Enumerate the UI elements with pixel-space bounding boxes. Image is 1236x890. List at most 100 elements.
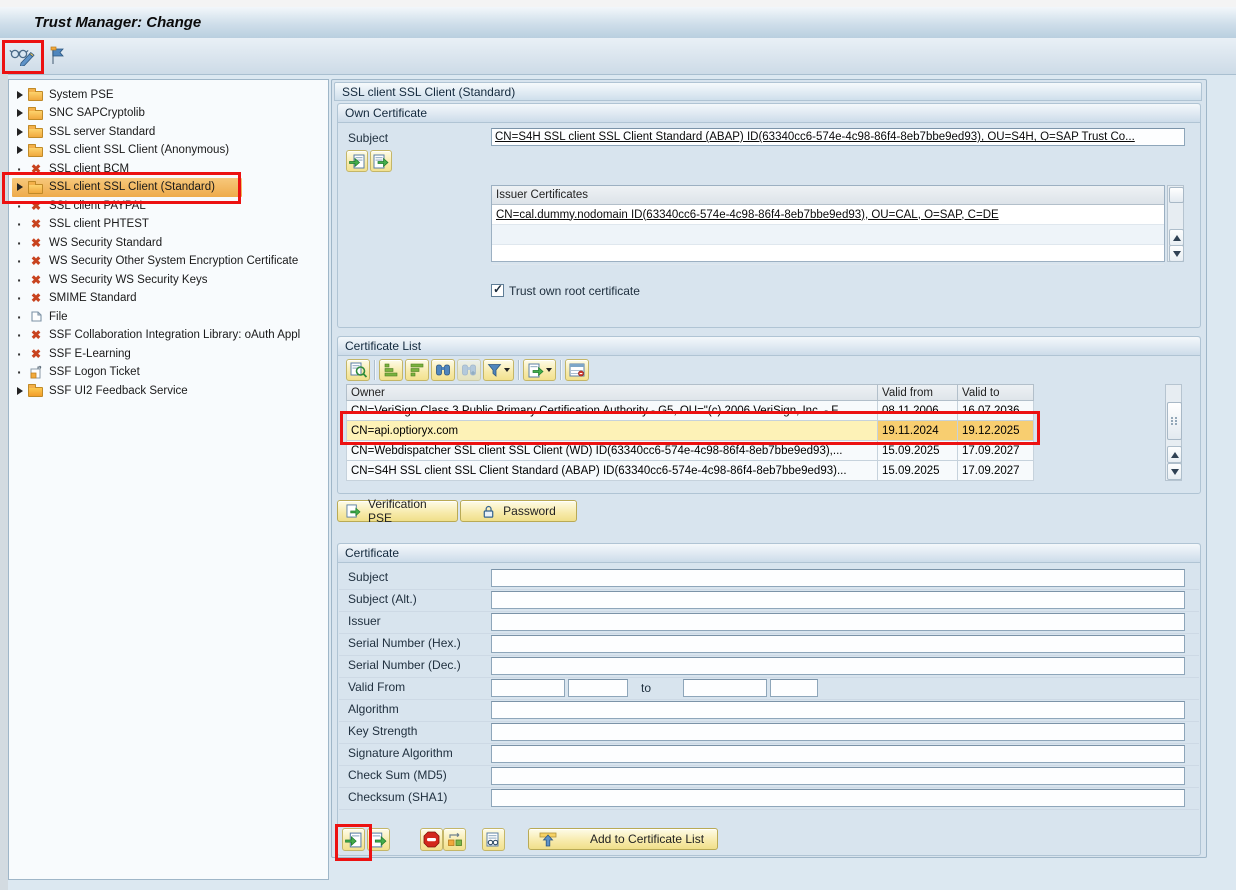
- export-pse-icon: [346, 504, 361, 518]
- sidebar-item-label: SSF E-Learning: [49, 348, 131, 360]
- valid-to-date-field[interactable]: [683, 679, 767, 697]
- export-own-certificate-icon[interactable]: [370, 150, 392, 172]
- sidebar-item-ssl-client-anonymous[interactable]: SSL client SSL Client (Anonymous): [12, 141, 324, 160]
- password-label: Password: [503, 504, 556, 518]
- sidebar-item-ws-security-keys[interactable]: WS Security WS Security Keys: [12, 270, 324, 289]
- scroll-down-button[interactable]: [1167, 463, 1182, 480]
- detail-row: Valid From: [339, 677, 1199, 700]
- filter-icon[interactable]: [483, 359, 514, 381]
- sidebar-item-ws-security-other[interactable]: WS Security Other System Encryption Cert…: [12, 252, 324, 271]
- column-header-owner[interactable]: Owner: [346, 384, 878, 401]
- sidebar-item-ssf-collaboration[interactable]: SSF Collaboration Integration Library: o…: [12, 326, 324, 345]
- detail-algorithm-field[interactable]: [491, 701, 1185, 719]
- sidebar-item-ssl-client-bcm[interactable]: SSL client BCM: [12, 159, 324, 178]
- cell-owner[interactable]: CN=S4H SSL client SSL Client Standard (A…: [346, 461, 878, 481]
- cell-valid-from[interactable]: 19.11.2024: [878, 421, 958, 441]
- detail-subject-field[interactable]: [491, 569, 1185, 587]
- detail-issuer-field[interactable]: [491, 613, 1185, 631]
- sidebar-item-ws-security-standard[interactable]: WS Security Standard: [12, 233, 324, 252]
- sidebar-item-ssl-client-standard[interactable]: SSL client SSL Client (Standard): [12, 178, 242, 197]
- trust-own-root-checkbox[interactable]: [491, 284, 504, 297]
- trust-own-root-label: Trust own root certificate: [509, 284, 640, 298]
- import-certificate-icon[interactable]: [342, 828, 365, 851]
- subject-value[interactable]: CN=S4H SSL client SSL Client Standard (A…: [495, 131, 1135, 143]
- sidebar-item-ssf-ui2-feedback[interactable]: SSF UI2 Feedback Service: [12, 381, 324, 400]
- expand-icon[interactable]: [12, 387, 27, 395]
- add-to-certificate-list-button[interactable]: Add to Certificate List: [528, 828, 718, 850]
- sidebar-item-system-pse[interactable]: System PSE: [12, 85, 324, 104]
- sidebar-item-ssl-client-paypal[interactable]: SSL client PAYPAL: [12, 196, 324, 215]
- expand-icon[interactable]: [12, 183, 27, 191]
- sidebar-item-smime-standard[interactable]: SMIME Standard: [12, 289, 324, 308]
- detail-checksum-sha1-field[interactable]: [491, 789, 1185, 807]
- cell-valid-to[interactable]: 16.07.2036: [958, 401, 1034, 421]
- sort-ascending-icon[interactable]: [379, 359, 403, 381]
- scroll-down-button[interactable]: [1169, 245, 1184, 262]
- expand-icon[interactable]: [12, 128, 27, 136]
- cell-owner[interactable]: CN=api.optioryx.com: [346, 421, 878, 441]
- issuer-certificate-empty-row[interactable]: [492, 225, 1164, 245]
- export-icon[interactable]: [523, 359, 556, 381]
- cell-owner[interactable]: CN=VeriSign Class 3 Public Primary Certi…: [346, 401, 878, 421]
- display-change-icon[interactable]: [8, 43, 36, 69]
- find-icon[interactable]: [431, 359, 455, 381]
- trust-manager-window: Trust Manager: Change System PSE SN: [0, 0, 1236, 890]
- cell-valid-to[interactable]: 17.09.2027: [958, 441, 1034, 461]
- export-certificate-icon[interactable]: [367, 828, 390, 851]
- red-x-icon: [27, 217, 45, 232]
- sidebar-item-file[interactable]: File: [12, 307, 324, 326]
- expand-icon[interactable]: [12, 91, 27, 99]
- password-button[interactable]: Password: [460, 500, 577, 522]
- cell-valid-from[interactable]: 08.11.2006: [878, 401, 958, 421]
- detail-checksum-md5-field[interactable]: [491, 767, 1185, 785]
- cell-valid-to[interactable]: 19.12.2025: [958, 421, 1034, 441]
- display-certificate-icon[interactable]: [482, 828, 505, 851]
- expand-icon[interactable]: [12, 109, 27, 117]
- sort-descending-icon[interactable]: [405, 359, 429, 381]
- sidebar-item-ssl-server-standard[interactable]: SSL server Standard: [12, 122, 324, 141]
- valid-to-time-field[interactable]: [770, 679, 818, 697]
- expand-icon[interactable]: [12, 146, 27, 154]
- sidebar-item-snc-sapcryptolib[interactable]: SNC SAPCryptolib: [12, 104, 324, 123]
- find-next-icon[interactable]: [457, 359, 481, 381]
- sidebar-item-ssf-logon-ticket[interactable]: SSF Logon Ticket: [12, 363, 324, 382]
- scrollbar-thumb[interactable]: [1167, 402, 1182, 440]
- detail-key-strength-field[interactable]: [491, 723, 1185, 741]
- add-to-certificate-list-label: Add to Certificate List: [590, 832, 704, 846]
- issuer-certificate-link[interactable]: CN=cal.dummy.nodomain ID(63340cc6-574e-4…: [496, 209, 999, 221]
- cell-owner[interactable]: CN=Webdispatcher SSL client SSL Client (…: [346, 441, 878, 461]
- scrollbar-thumb[interactable]: [1169, 187, 1184, 203]
- valid-from-date-field[interactable]: [491, 679, 565, 697]
- detail-serial-hex-field[interactable]: [491, 635, 1185, 653]
- cell-valid-to[interactable]: 17.09.2027: [958, 461, 1034, 481]
- detail-signature-algorithm-field[interactable]: [491, 745, 1185, 763]
- import-own-certificate-icon[interactable]: [346, 150, 368, 172]
- column-header-valid-to[interactable]: Valid to: [958, 384, 1034, 401]
- dropdown-caret-icon: [546, 368, 552, 372]
- column-header-valid-from[interactable]: Valid from: [878, 384, 958, 401]
- layout-icon[interactable]: [565, 359, 589, 381]
- verification-pse-button[interactable]: Verification PSE: [337, 500, 458, 522]
- scroll-up-button[interactable]: [1169, 229, 1184, 246]
- stop-icon[interactable]: [420, 828, 443, 851]
- flag-icon[interactable]: [44, 43, 72, 69]
- subject-field[interactable]: CN=S4H SSL client SSL Client Standard (A…: [491, 128, 1185, 146]
- detail-serial-dec-field[interactable]: [491, 657, 1185, 675]
- scroll-up-button[interactable]: [1167, 446, 1182, 463]
- field-label: Check Sum (MD5): [348, 768, 447, 782]
- sidebar-item-ssf-elearning[interactable]: SSF E-Learning: [12, 344, 324, 363]
- valid-from-time-field[interactable]: [568, 679, 628, 697]
- choose-detail-icon[interactable]: [346, 359, 370, 381]
- detail-subject-alt-field[interactable]: [491, 591, 1185, 609]
- issuer-list-scrollbar[interactable]: [1167, 185, 1184, 262]
- issuer-certificate-row[interactable]: CN=cal.dummy.nodomain ID(63340cc6-574e-4…: [492, 205, 1164, 225]
- panel-header: SSL client SSL Client (Standard): [334, 82, 1202, 101]
- sidebar-item-label: System PSE: [49, 89, 114, 101]
- folder-icon: [27, 180, 45, 195]
- cell-valid-from[interactable]: 15.09.2025: [878, 441, 958, 461]
- cell-valid-from[interactable]: 15.09.2025: [878, 461, 958, 481]
- display-change-objects-icon[interactable]: [443, 828, 466, 851]
- issuer-certificate-empty-row[interactable]: [492, 245, 1164, 265]
- certificate-list-scrollbar[interactable]: [1165, 384, 1182, 481]
- sidebar-item-ssl-client-phtest[interactable]: SSL client PHTEST: [12, 215, 324, 234]
